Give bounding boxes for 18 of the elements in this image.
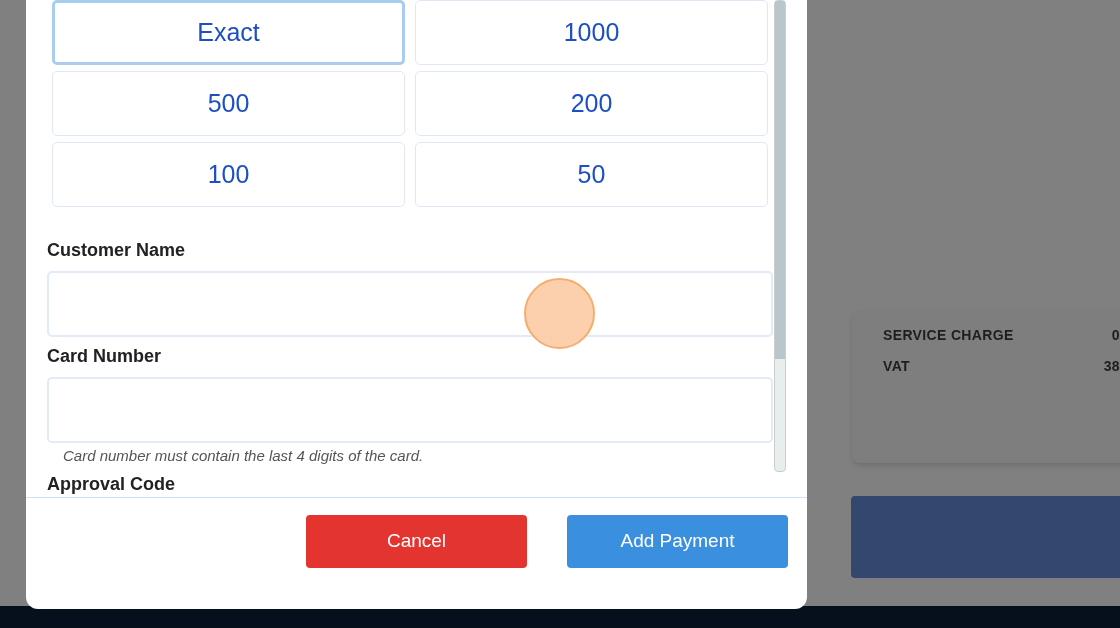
amount-button[interactable]: 200: [415, 71, 768, 136]
summary-label: SERVICE CHARGE: [883, 326, 1014, 345]
amount-button[interactable]: Exact: [52, 0, 405, 65]
cancel-button[interactable]: Cancel: [306, 515, 527, 568]
input-field[interactable]: [47, 271, 773, 337]
field-label: Card Number: [47, 345, 163, 367]
summary-value: 0: [1111, 326, 1120, 345]
summary-value: 38: [1103, 357, 1120, 376]
input-field[interactable]: [47, 377, 773, 443]
amount-button[interactable]: 100: [52, 142, 405, 207]
summary-label: VAT: [883, 357, 910, 376]
amount-button[interactable]: 50: [415, 142, 768, 207]
field-hint: Card number must contain the last 4 digits of the card.: [62, 447, 425, 465]
field-label: Approval Code: [47, 473, 176, 495]
scrollbar[interactable]: [774, 0, 786, 472]
field-label: Customer Name: [47, 239, 187, 261]
amount-button[interactable]: 500: [52, 71, 405, 136]
amount-button[interactable]: 1000: [415, 0, 768, 65]
